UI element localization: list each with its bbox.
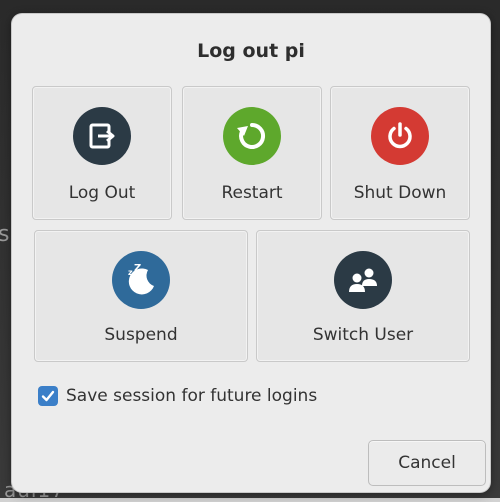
cancel-button[interactable]: Cancel: [368, 440, 486, 486]
moon-sleep-icon: z Z: [112, 251, 170, 309]
shutdown-button[interactable]: Shut Down: [330, 86, 470, 220]
checkmark-icon: [41, 390, 55, 402]
background-terminal-text: s: [0, 222, 10, 247]
restart-icon: [223, 107, 281, 165]
switch-user-button[interactable]: Switch User: [256, 230, 470, 362]
power-icon: [371, 107, 429, 165]
users-icon: [334, 251, 392, 309]
logout-label: Log Out: [68, 183, 136, 203]
shutdown-label: Shut Down: [353, 183, 447, 203]
save-session-checkbox[interactable]: [38, 386, 58, 406]
svg-text:Z: Z: [134, 263, 141, 274]
save-session-label: Save session for future logins: [66, 386, 318, 406]
suspend-label: Suspend: [104, 325, 178, 345]
logout-button[interactable]: Log Out: [32, 86, 172, 220]
restart-label: Restart: [221, 183, 283, 203]
restart-button[interactable]: Restart: [182, 86, 322, 220]
svg-text:z: z: [128, 268, 133, 277]
switch-user-label: Switch User: [312, 325, 414, 345]
suspend-button[interactable]: z Z Suspend: [34, 230, 248, 362]
dialog-title: Log out pi: [197, 40, 305, 62]
logout-icon: [73, 107, 131, 165]
save-session-option[interactable]: Save session for future logins: [38, 386, 317, 406]
logout-dialog: Log out pi Log Out Restart Shut Down z Z…: [12, 14, 490, 492]
